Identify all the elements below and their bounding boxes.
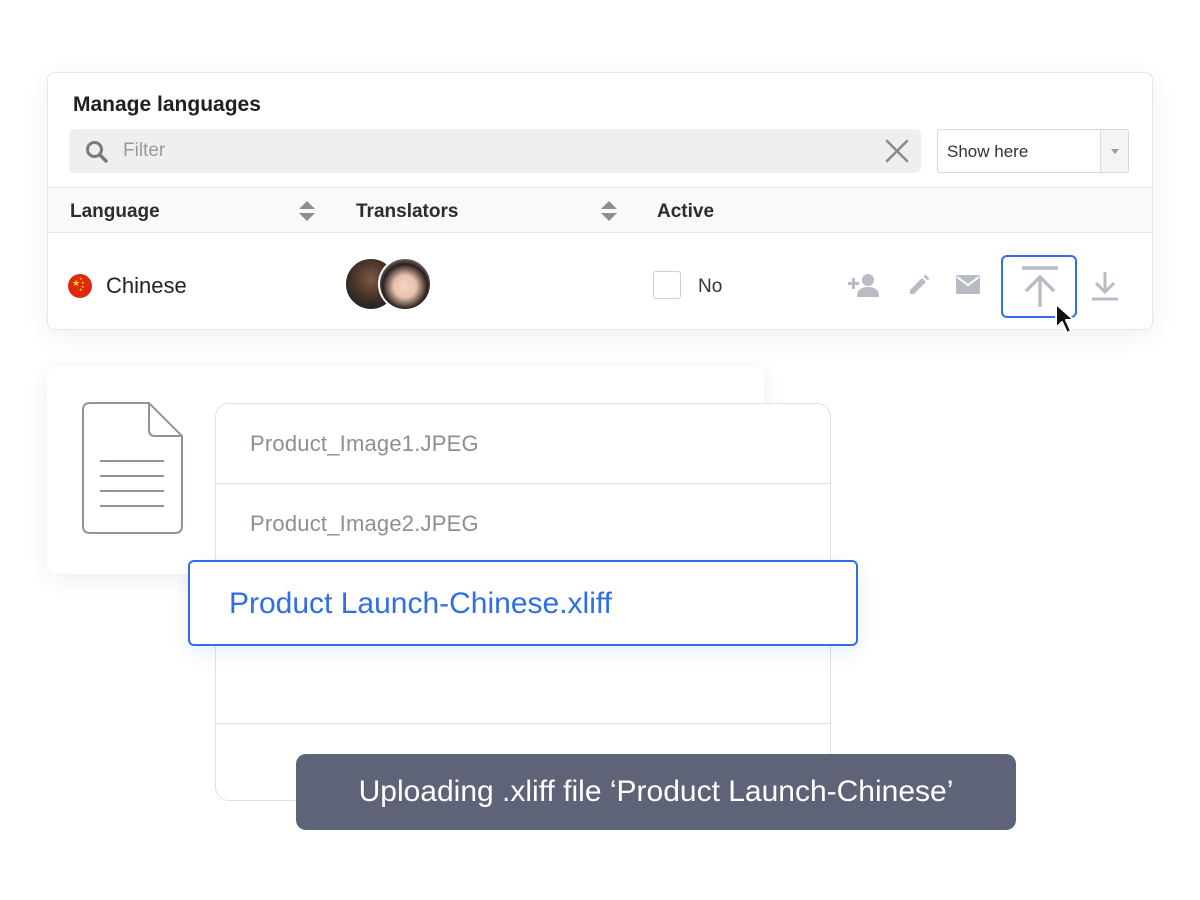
column-header-active: Active — [657, 201, 715, 222]
add-person-icon[interactable] — [847, 273, 881, 297]
file-list-item[interactable]: Product_Image2.JPEG — [216, 484, 830, 561]
file-name: Product_Image2.JPEG — [250, 511, 479, 536]
manage-languages-panel: Manage languages Show here Language Tran… — [47, 72, 1153, 330]
filter-input[interactable] — [123, 129, 863, 173]
column-header-translators[interactable]: Translators — [356, 201, 458, 223]
show-select-value: Show here — [947, 142, 1029, 161]
file-name: Product_Image1.JPEG — [250, 431, 479, 456]
toast-message: Uploading .xliff file ‘Product Launch-Ch… — [358, 775, 954, 808]
document-icon — [82, 402, 183, 534]
show-select[interactable]: Show here — [937, 129, 1129, 173]
file-list-item[interactable]: Product_Image1.JPEG — [216, 404, 830, 484]
pencil-icon[interactable] — [907, 273, 931, 297]
china-flag-icon: ★ ★ ★ ★ ★ — [68, 274, 92, 298]
sort-translators-icon[interactable] — [600, 200, 618, 222]
upload-status-toast: Uploading .xliff file ‘Product Launch-Ch… — [296, 754, 1016, 830]
table-row: ★ ★ ★ ★ ★ Chinese No — [48, 233, 1152, 331]
file-list-item[interactable] — [216, 644, 830, 724]
search-icon — [86, 141, 108, 163]
language-name[interactable]: Chinese — [106, 273, 187, 299]
close-icon[interactable] — [885, 139, 909, 163]
download-icon[interactable] — [1091, 271, 1119, 301]
table-header: Language Translators Active — [48, 187, 1152, 233]
column-header-language[interactable]: Language — [70, 201, 160, 223]
filter-bar[interactable] — [69, 129, 921, 173]
panel-title: Manage languages — [73, 93, 261, 116]
mouse-cursor-icon — [1055, 303, 1075, 334]
active-value: No — [698, 276, 723, 297]
selected-file[interactable]: Product Launch-Chinese.xliff — [188, 560, 858, 646]
selected-file-name: Product Launch-Chinese.xliff — [229, 587, 612, 620]
envelope-icon[interactable] — [956, 275, 980, 294]
active-checkbox[interactable] — [653, 271, 681, 299]
sort-language-icon[interactable] — [298, 200, 316, 222]
chevron-down-icon[interactable] — [1100, 130, 1128, 172]
translator-avatar[interactable] — [378, 257, 432, 311]
